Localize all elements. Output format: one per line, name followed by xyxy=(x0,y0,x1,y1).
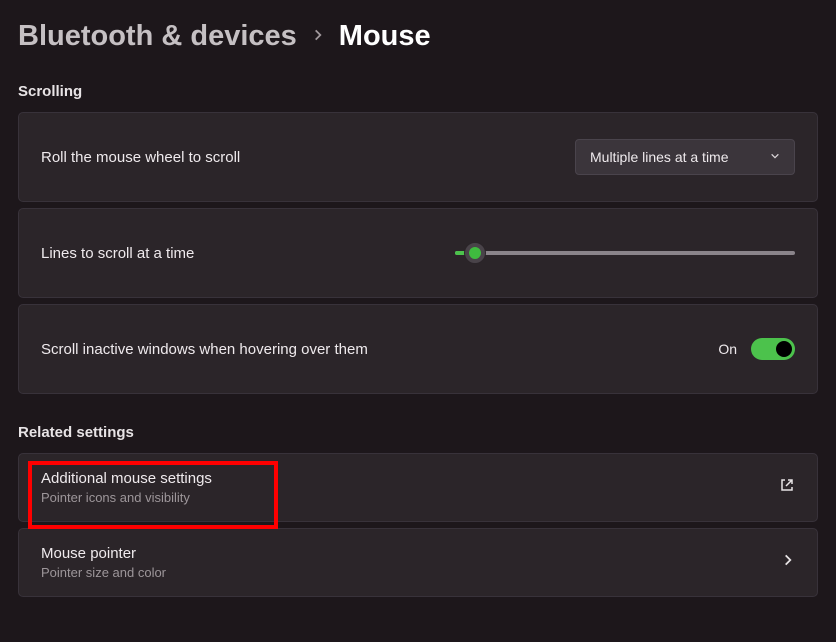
related-item-sublabel: Pointer size and color xyxy=(41,565,166,580)
breadcrumb-parent[interactable]: Bluetooth & devices xyxy=(18,20,297,53)
related-mouse-pointer[interactable]: Mouse pointer Pointer size and color xyxy=(18,528,818,597)
chevron-right-icon xyxy=(781,553,795,572)
external-link-icon xyxy=(779,477,795,498)
related-additional-mouse-settings[interactable]: Additional mouse settings Pointer icons … xyxy=(18,453,818,522)
section-title-scrolling: Scrolling xyxy=(18,83,818,100)
breadcrumb-current: Mouse xyxy=(339,20,431,53)
setting-roll-label: Roll the mouse wheel to scroll xyxy=(41,149,240,166)
section-title-related: Related settings xyxy=(18,424,818,441)
setting-scroll-inactive: Scroll inactive windows when hovering ov… xyxy=(18,304,818,394)
related-item-label: Mouse pointer xyxy=(41,545,166,562)
setting-lines-scroll: Lines to scroll at a time xyxy=(18,208,818,298)
lines-slider[interactable] xyxy=(455,251,795,255)
setting-roll-wheel: Roll the mouse wheel to scroll Multiple … xyxy=(18,112,818,202)
slider-thumb[interactable] xyxy=(465,243,485,263)
breadcrumb: Bluetooth & devices Mouse xyxy=(18,20,818,53)
inactive-toggle[interactable] xyxy=(751,338,795,360)
related-item-label: Additional mouse settings xyxy=(41,470,212,487)
related-item-sublabel: Pointer icons and visibility xyxy=(41,490,212,505)
setting-lines-label: Lines to scroll at a time xyxy=(41,245,194,262)
dropdown-value: Multiple lines at a time xyxy=(590,149,729,165)
toggle-state-label: On xyxy=(718,341,737,357)
chevron-down-icon xyxy=(770,148,780,166)
chevron-right-icon xyxy=(311,26,325,47)
roll-dropdown[interactable]: Multiple lines at a time xyxy=(575,139,795,175)
setting-inactive-label: Scroll inactive windows when hovering ov… xyxy=(41,341,368,358)
